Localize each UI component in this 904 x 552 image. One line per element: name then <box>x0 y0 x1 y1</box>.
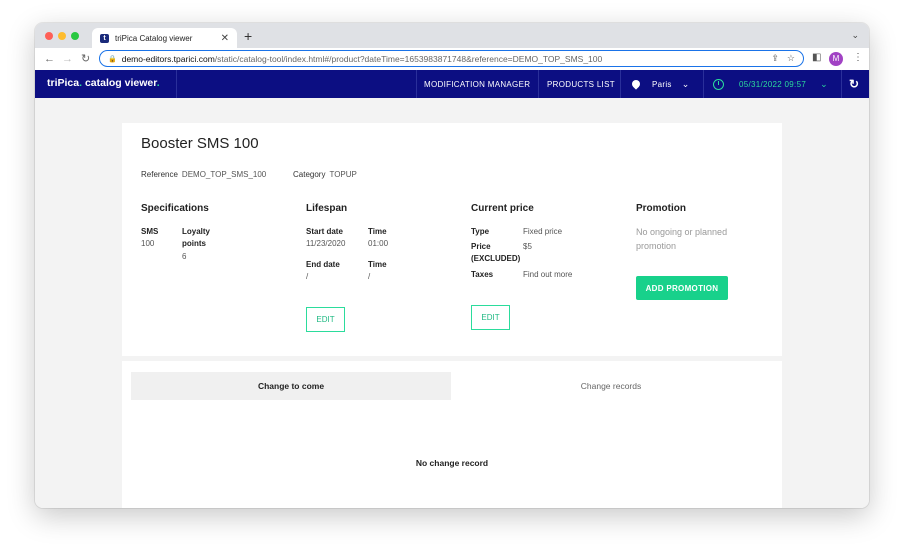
promotion-heading: Promotion <box>636 203 686 214</box>
browser-tab[interactable]: t triPica Catalog viewer ✕ <box>92 28 237 48</box>
clock-icon <box>713 78 724 90</box>
sidepanel-icon[interactable]: ◧ <box>812 52 821 63</box>
reload-icon[interactable]: ↻ <box>81 52 90 66</box>
add-promotion-button[interactable]: ADD PROMOTION <box>636 276 728 300</box>
header-divider <box>841 70 842 98</box>
price-type-label: Type <box>471 227 490 236</box>
share-icon[interactable]: ⇪ <box>771 53 779 64</box>
maximize-window-button[interactable] <box>71 32 79 40</box>
favicon-icon: t <box>100 33 109 43</box>
refresh-button[interactable]: ↻ <box>849 70 859 98</box>
refresh-icon: ↻ <box>849 77 860 91</box>
start-date-label: Start date <box>306 227 343 236</box>
page-title: Booster SMS 100 <box>141 135 259 152</box>
minimize-window-button[interactable] <box>58 32 66 40</box>
header-divider <box>703 70 704 98</box>
tab-close-icon[interactable]: ✕ <box>221 33 229 44</box>
end-time-value: / <box>368 272 371 281</box>
header-divider <box>416 70 417 98</box>
star-icon[interactable]: ☆ <box>787 53 795 64</box>
product-card: Booster SMS 100 Reference DEMO_TOP_SMS_10… <box>122 123 782 356</box>
browser-toolbar: ← → ↻ 🔒 demo-editors.tparici.com /static… <box>35 48 869 70</box>
tab-change-to-come[interactable]: Change to come <box>131 372 451 400</box>
end-time-label: Time <box>368 260 387 269</box>
price-value: $5 <box>523 242 532 251</box>
start-time-label: Time <box>368 227 387 236</box>
nav-modification-manager[interactable]: MODIFICATION MANAGER <box>424 70 530 98</box>
header-divider <box>538 70 539 98</box>
header-divider <box>176 70 177 98</box>
chevron-down-icon: ⌄ <box>681 78 690 89</box>
brand-logo[interactable]: triPica. catalog viewer. <box>47 77 160 89</box>
back-icon[interactable]: ← <box>44 52 55 66</box>
date-time-selector[interactable]: 05/31/2022 09:57 ⌄ <box>713 70 828 98</box>
price-type-value: Fixed price <box>523 227 563 236</box>
url-path: /static/catalog-tool/index.html#/product… <box>214 53 603 64</box>
tab-search-icon[interactable]: ⌄ <box>851 30 859 41</box>
sms-value: 100 <box>141 239 155 248</box>
no-promotion-text: No ongoing or planned promotion <box>636 227 728 251</box>
header-divider <box>620 70 621 98</box>
loyalty-label: Loyalty points <box>182 227 211 248</box>
specifications-heading: Specifications <box>141 203 209 214</box>
more-icon[interactable]: ⋮ <box>853 52 863 63</box>
main-content: Booster SMS 100 Reference DEMO_TOP_SMS_10… <box>35 98 869 508</box>
avatar[interactable]: M <box>829 52 843 66</box>
url-host: demo-editors.tparici.com <box>121 53 215 64</box>
app-header: triPica. catalog viewer. MODIFICATION MA… <box>35 70 869 98</box>
changes-card: Change to come Change records No change … <box>122 361 782 508</box>
location-selector[interactable]: Paris ⌄ <box>630 70 690 98</box>
taxes-label: Taxes <box>471 270 494 279</box>
tab-strip: t triPica Catalog viewer ✕ + ⌄ <box>35 23 869 48</box>
tab-change-records[interactable]: Change records <box>451 372 771 400</box>
forward-icon[interactable]: → <box>62 52 73 66</box>
taxes-link[interactable]: Find out more <box>523 269 572 281</box>
start-time-value: 01:00 <box>368 239 389 248</box>
current-price-heading: Current price <box>471 203 534 214</box>
lock-icon[interactable]: 🔒 <box>108 55 117 63</box>
end-date-label: End date <box>306 260 340 269</box>
edit-price-button[interactable]: EDIT <box>471 305 510 330</box>
end-date-value: / <box>306 272 309 281</box>
category-info: Category TOPUP <box>293 170 357 179</box>
close-window-button[interactable] <box>45 32 53 40</box>
tab-title: triPica Catalog viewer <box>115 33 193 43</box>
location-pin-icon <box>630 78 642 90</box>
loyalty-value: 6 <box>182 252 187 261</box>
chevron-down-icon: ⌄ <box>820 78 828 89</box>
sms-label: SMS <box>141 227 159 236</box>
reference-info: Reference DEMO_TOP_SMS_100 <box>141 170 267 179</box>
lifespan-heading: Lifespan <box>306 203 348 214</box>
start-date-value: 11/23/2020 <box>306 239 346 248</box>
browser-window: t triPica Catalog viewer ✕ + ⌄ ← → ↻ 🔒 d… <box>35 23 869 508</box>
price-label: Price (EXCLUDED) <box>471 242 521 263</box>
address-bar[interactable]: 🔒 demo-editors.tparici.com /static/catal… <box>99 50 804 67</box>
new-tab-button[interactable]: + <box>244 28 252 44</box>
edit-lifespan-button[interactable]: EDIT <box>306 307 345 332</box>
nav-products-list[interactable]: PRODUCTS LIST <box>547 70 615 98</box>
empty-state-text: No change record <box>415 458 489 468</box>
